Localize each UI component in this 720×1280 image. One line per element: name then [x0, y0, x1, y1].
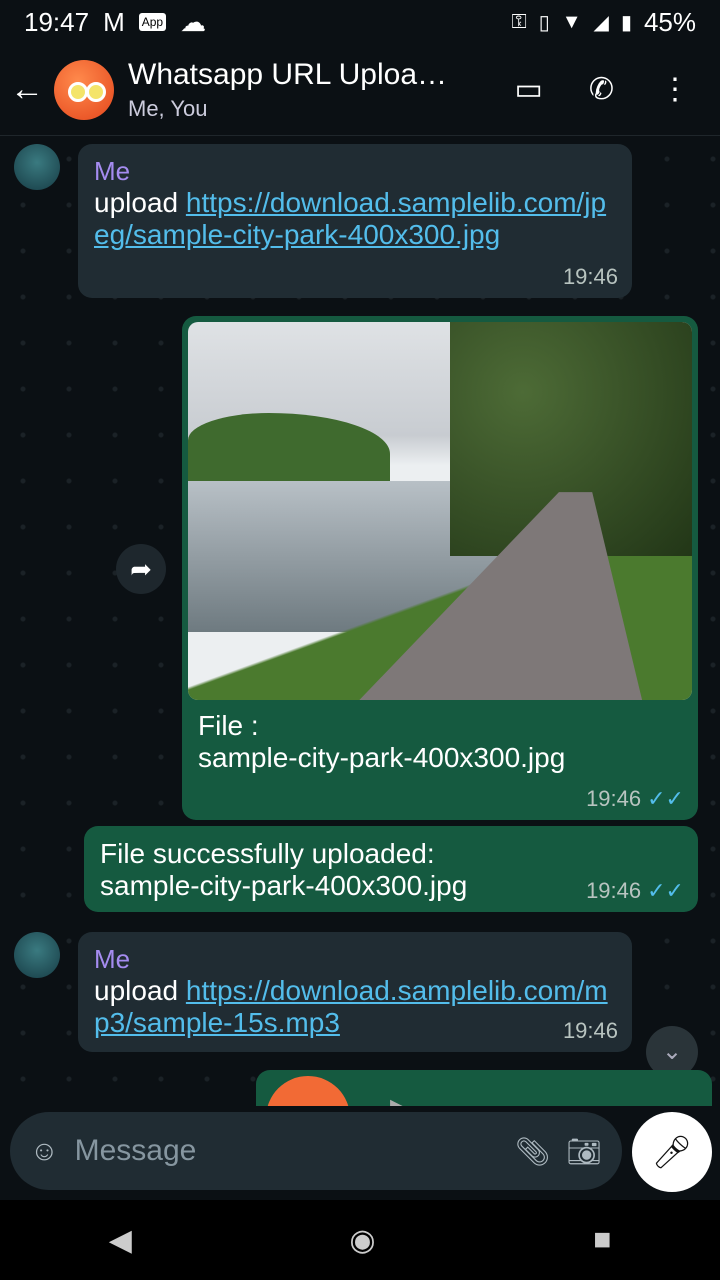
- message-text: upload: [94, 187, 186, 218]
- message-time: 19:46: [586, 786, 642, 811]
- message-composer: ☺ 📎︎ 📷︎: [10, 1112, 622, 1190]
- vpn-key-icon: ⚿: [511, 10, 527, 33]
- message-input[interactable]: [74, 1134, 499, 1168]
- message-incoming[interactable]: Me upload https://download.samplelib.com…: [78, 144, 632, 298]
- chat-participants: Me, You: [128, 95, 208, 121]
- vibrate-icon: ▯: [538, 11, 550, 34]
- camera-icon[interactable]: 📷︎: [566, 1135, 602, 1168]
- sender-avatar[interactable]: [14, 932, 60, 978]
- message-incoming[interactable]: Me upload https://download.samplelib.com…: [78, 932, 632, 1052]
- play-icon[interactable]: ▶: [390, 1092, 413, 1106]
- microphone-button[interactable]: 🎤︎: [632, 1112, 712, 1192]
- message-text: upload: [94, 975, 186, 1006]
- clock: 19:47: [24, 6, 90, 37]
- message-time: 19:46: [562, 264, 618, 289]
- message-outgoing-image[interactable]: File : sample-city-park-400x300.jpg 19:4…: [182, 316, 698, 820]
- caption-line: File :: [198, 710, 259, 741]
- battery-icon: ▮: [620, 11, 632, 34]
- message-time: 19:46: [562, 1018, 618, 1043]
- more-options-icon[interactable]: ⋮: [660, 72, 690, 107]
- image-attachment[interactable]: [188, 322, 692, 700]
- message-time: 19:46: [586, 878, 642, 903]
- sender-avatar[interactable]: [14, 144, 60, 190]
- group-avatar[interactable]: [54, 59, 114, 120]
- audio-avatar: [266, 1076, 350, 1106]
- nav-home-icon[interactable]: ◉: [349, 1223, 375, 1258]
- read-ticks-icon: ✓✓: [647, 878, 684, 903]
- video-call-icon[interactable]: ▭: [515, 72, 543, 107]
- message-text: File successfully uploaded:: [100, 838, 435, 869]
- read-ticks-icon: ✓✓: [647, 786, 684, 811]
- cloud-icon: ☁: [180, 6, 207, 37]
- wifi-icon: ▼: [561, 10, 582, 33]
- microphone-icon: 🎤︎: [651, 1134, 693, 1170]
- battery-level: 45%: [643, 6, 696, 37]
- message-outgoing-audio[interactable]: ▶: [256, 1070, 712, 1106]
- caption-line: sample-city-park-400x300.jpg: [198, 742, 566, 773]
- system-navigation-bar: ◀ ◉ ■: [0, 1200, 720, 1280]
- sender-name: Me: [94, 156, 131, 186]
- chat-title: Whatsapp URL Uploa…: [128, 57, 448, 91]
- chat-header: ← Whatsapp URL Uploa… Me, You ▭ ✆ ⋮: [0, 44, 720, 136]
- nav-back-icon[interactable]: ◀: [109, 1223, 132, 1258]
- app-icon: App: [138, 13, 167, 31]
- signal-icon: ◢: [593, 11, 609, 34]
- back-arrow-icon[interactable]: ←: [10, 70, 54, 109]
- emoji-sticker-icon[interactable]: ☺: [30, 1135, 59, 1167]
- forward-icon[interactable]: ➦: [116, 544, 166, 594]
- message-outgoing[interactable]: File successfully uploaded: sample-city-…: [84, 826, 698, 912]
- gmail-icon: M: [103, 6, 125, 37]
- message-list[interactable]: Me upload https://download.samplelib.com…: [0, 136, 720, 1106]
- chat-info[interactable]: Whatsapp URL Uploa… Me, You: [128, 58, 515, 122]
- status-bar: 19:47 M App ☁ ⚿ ▯ ▼ ◢ ▮ 45%: [0, 0, 720, 44]
- attach-icon[interactable]: 📎︎: [515, 1135, 551, 1168]
- phone-icon[interactable]: ✆: [589, 72, 614, 107]
- nav-recents-icon[interactable]: ■: [593, 1223, 611, 1257]
- sender-name: Me: [94, 944, 131, 974]
